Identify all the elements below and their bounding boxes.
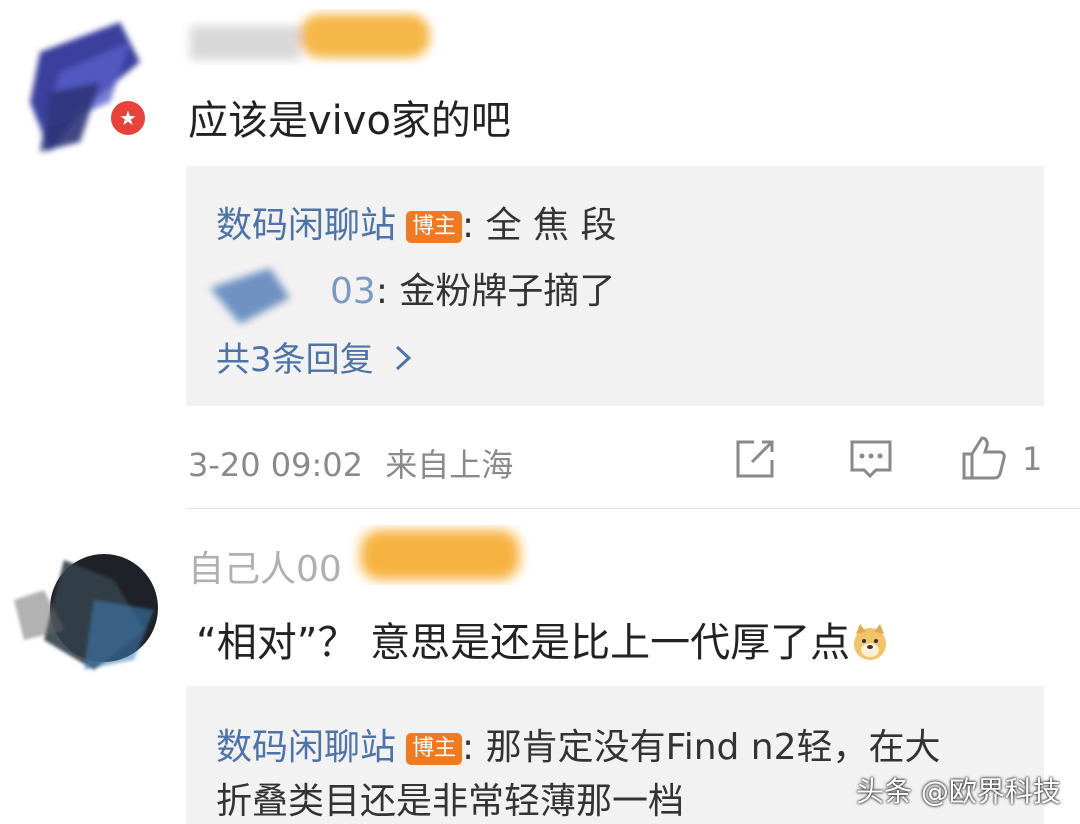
reply-item[interactable]: 数码闲聊站 博主: 那肯定没有Find n2轻，在大 — [216, 718, 941, 770]
reply-text: : 金粉牌子摘了 — [375, 271, 616, 312]
more-replies-label: 共3条回复 — [216, 340, 374, 380]
verified-star-icon: ★ — [108, 98, 148, 138]
comment-meta: 3-20 09:02 来自上海 — [188, 440, 513, 486]
doge-emoji — [850, 622, 890, 662]
username-redacted — [340, 510, 530, 590]
reply-text: : 那肯定没有Find n2轻，在大 — [462, 727, 941, 768]
chevron-right-icon — [394, 340, 412, 380]
watermark: 头条 @欧界科技 — [856, 775, 1061, 808]
comment-text-body: “相对”？ 意思是还是比上一代厚了点 — [196, 620, 851, 666]
blogger-badge: 博主 — [406, 733, 463, 765]
comment-time: 3-20 09:02 — [188, 446, 364, 484]
reply-text: : 全 焦 段 — [462, 205, 617, 246]
comment-icon[interactable] — [848, 436, 894, 482]
avatar[interactable] — [4, 520, 174, 680]
username[interactable]: 自己人00 — [188, 540, 342, 592]
reply-item[interactable]: 数码闲聊站 博主: 全 焦 段 — [216, 196, 617, 248]
more-replies-link[interactable]: 共3条回复 — [216, 332, 412, 381]
avatar[interactable] — [20, 12, 148, 162]
divider — [186, 508, 1080, 509]
comment-location: 来自上海 — [385, 446, 514, 484]
reply-author-link[interactable]: 数码闲聊站 — [216, 727, 396, 768]
reply-item[interactable]: 03: 金粉牌子摘了 — [330, 262, 615, 314]
thumbs-up-icon[interactable] — [960, 434, 1008, 482]
username-redacted — [180, 6, 440, 76]
reply-text-continued: 折叠类目还是非常轻薄那一档 — [216, 781, 685, 822]
reply-author-link[interactable]: 数码闲聊站 — [216, 205, 396, 246]
blogger-badge: 博主 — [406, 211, 463, 243]
reply-author-link[interactable]: 03 — [330, 271, 376, 312]
like-count: 1 — [1022, 440, 1043, 478]
reply-author-redacted — [200, 258, 310, 330]
comment-text: “相对”？ 意思是还是比上一代厚了点 — [196, 610, 890, 668]
comment-text: 应该是vivo家的吧 — [188, 98, 511, 144]
share-icon[interactable] — [732, 436, 778, 482]
